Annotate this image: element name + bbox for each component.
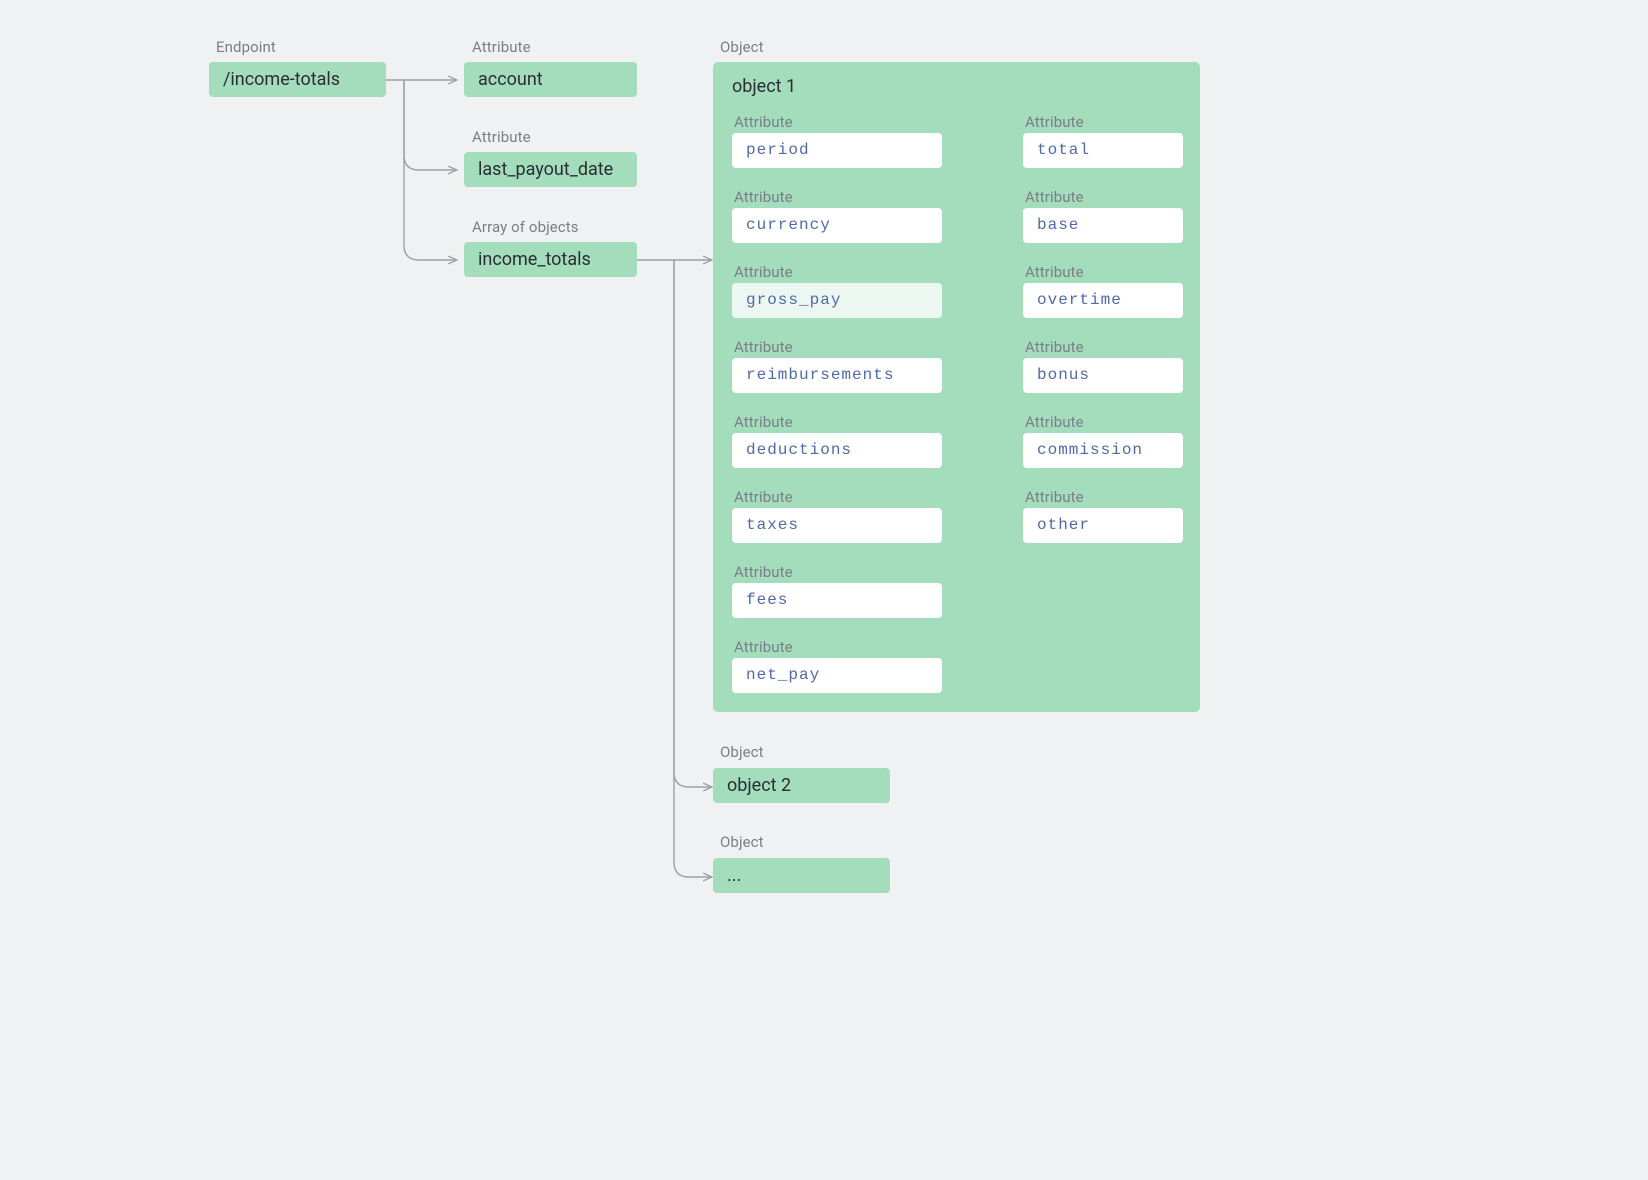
attr-label: Attribute <box>1025 188 1084 206</box>
attr-fees: fees <box>732 583 942 618</box>
attr-bonus: bonus <box>1023 358 1183 393</box>
attr-overtime: overtime <box>1023 283 1183 318</box>
object-label: Object <box>720 38 764 56</box>
attr-label: Attribute <box>734 113 793 131</box>
attr-label: Attribute <box>734 488 793 506</box>
attr-taxes: taxes <box>732 508 942 543</box>
attr-other: other <box>1023 508 1183 543</box>
attr-label: Attribute <box>734 263 793 281</box>
attr-account: account <box>464 62 637 97</box>
attr-period: period <box>732 133 942 168</box>
attr-deductions: deductions <box>732 433 942 468</box>
attr-label: Attribute <box>734 563 793 581</box>
attr-total: total <box>1023 133 1183 168</box>
object-label: Object <box>720 833 764 851</box>
attr-commission: commission <box>1023 433 1183 468</box>
object2-chip: object 2 <box>713 768 890 803</box>
attr-income-totals: income_totals <box>464 242 637 277</box>
object-label: Object <box>720 743 764 761</box>
attr-currency: currency <box>732 208 942 243</box>
object-more-chip: ... <box>713 858 890 893</box>
attr-last-payout-date: last_payout_date <box>464 152 637 187</box>
attr-label: Attribute <box>472 38 531 56</box>
attr-label: Attribute <box>1025 113 1084 131</box>
diagram-canvas: Endpoint /income-totals Attribute accoun… <box>179 0 1469 925</box>
attr-label: Attribute <box>734 413 793 431</box>
attr-label: Attribute <box>1025 338 1084 356</box>
attr-reimbursements: reimbursements <box>732 358 942 393</box>
attr-label: Attribute <box>472 128 531 146</box>
attr-net-pay: net_pay <box>732 658 942 693</box>
attr-label: Attribute <box>734 638 793 656</box>
endpoint-chip: /income-totals <box>209 62 386 97</box>
attr-label: Attribute <box>1025 413 1084 431</box>
endpoint-label: Endpoint <box>216 38 276 56</box>
attr-label: Attribute <box>1025 488 1084 506</box>
object1-title: object 1 <box>732 76 796 97</box>
attr-gross-pay: gross_pay <box>732 283 942 318</box>
attr-label: Array of objects <box>472 218 579 236</box>
attr-label: Attribute <box>734 188 793 206</box>
attr-base: base <box>1023 208 1183 243</box>
attr-label: Attribute <box>1025 263 1084 281</box>
attr-label: Attribute <box>734 338 793 356</box>
